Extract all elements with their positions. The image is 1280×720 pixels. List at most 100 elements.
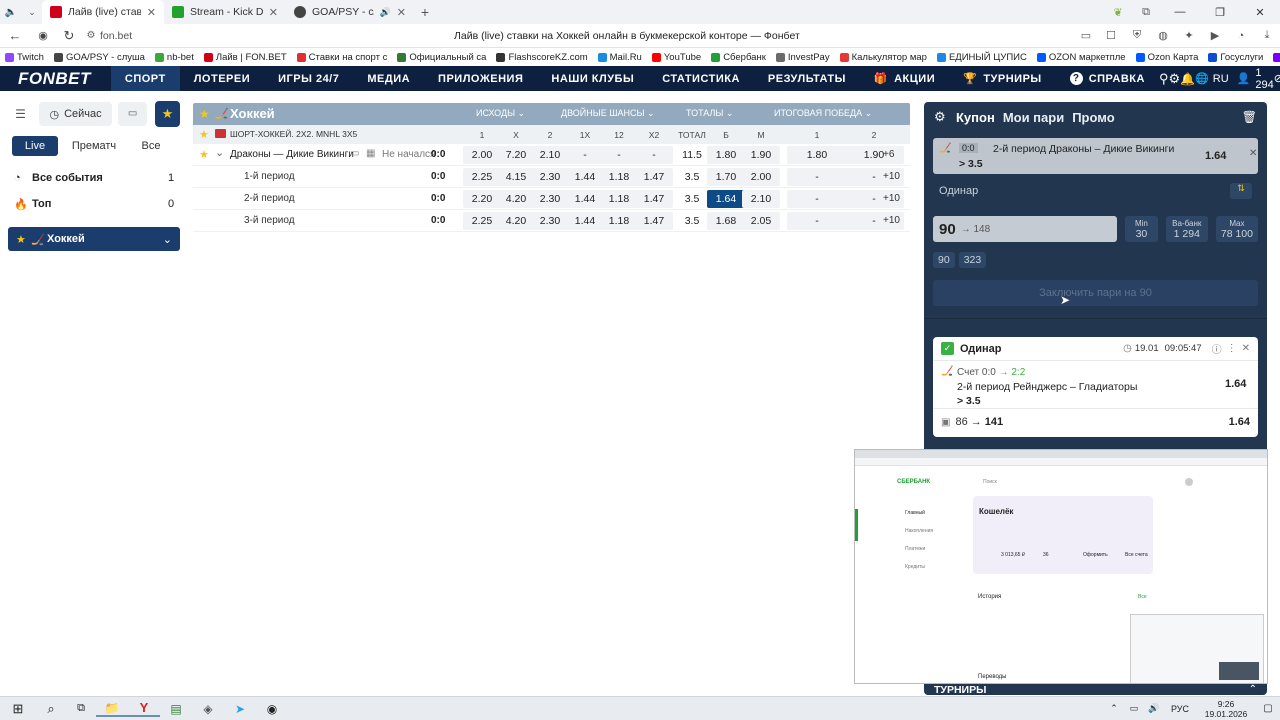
search-icon[interactable]: ⚲ <box>1159 71 1169 87</box>
browser-tab-goa[interactable]: GOA/PSY - слушать 🔊 ✕ <box>286 0 414 24</box>
odds-button[interactable]: 2.30 <box>531 190 569 208</box>
bookmark-item[interactable]: FlashscoreKZ.com <box>491 52 592 63</box>
video-icon[interactable]: ▭ <box>118 102 147 126</box>
group-final-win[interactable]: ИТОГОВАЯ ПОБЕДА ⌄ <box>774 108 872 119</box>
odds-button[interactable]: 2.30 <box>531 212 569 230</box>
period-row[interactable]: 1-й период 0:0 2.25 4.15 2.30 1.44 1.18 1.47 3.5… <box>193 166 910 188</box>
match-row[interactable]: ★ ⌄ Драконы — Дикие Викинги ▭ ▦ Не начался 0:0… <box>193 144 910 166</box>
odds-button[interactable]: - <box>600 146 638 164</box>
odds-button[interactable]: 1.18 <box>600 168 638 186</box>
more-markets-link[interactable]: +10 <box>883 171 900 182</box>
more-markets-link[interactable]: +10 <box>883 215 900 226</box>
bookmark-icon[interactable]: ☐ <box>1098 29 1124 42</box>
shield-icon[interactable]: ⛨ <box>1124 29 1150 42</box>
sport-hockey-item[interactable]: ★ 🏒 Хоккей ⌄ <box>8 227 180 251</box>
close-tab-icon[interactable]: ✕ <box>147 6 156 19</box>
group-outcomes[interactable]: ИСХОДЫ ⌄ <box>476 108 525 119</box>
odds-button[interactable]: 2.25 <box>463 168 501 186</box>
volume-icon[interactable]: 🔊 <box>1144 703 1164 714</box>
bookmark-item[interactable]: Ростелеком <box>1268 52 1280 63</box>
input-language[interactable]: РУС <box>1164 704 1196 714</box>
new-tab-button[interactable]: + <box>414 4 436 20</box>
obs-icon[interactable]: ◉ <box>256 702 288 716</box>
close-tab-icon[interactable]: ✕ <box>397 6 406 19</box>
odds-button[interactable]: 1.90 <box>742 146 780 164</box>
odds-button[interactable]: 2.00 <box>742 168 780 186</box>
odds-button[interactable]: 2.30 <box>531 168 569 186</box>
odds-button[interactable]: 1.18 <box>600 212 638 230</box>
search-icon[interactable]: ⌕ <box>36 701 66 717</box>
bookmark-item[interactable]: Twitch <box>0 52 49 63</box>
star-icon[interactable]: ★ <box>199 107 210 121</box>
browser-tab-fonbet[interactable]: Лайв (live) ставки на Х ✕ <box>42 0 164 24</box>
tab-coupon[interactable]: Купон <box>956 110 1003 125</box>
nav-lotteries[interactable]: ЛОТЕРЕИ <box>180 66 264 91</box>
nav-media[interactable]: МЕДИА <box>353 66 424 91</box>
odds-button[interactable]: 1.44 <box>566 190 604 208</box>
odds-button[interactable]: - <box>787 168 847 186</box>
all-events-row[interactable]: ◔ Все события 1 <box>8 168 180 188</box>
account-balance[interactable]: 👤 1 294 <box>1229 67 1274 91</box>
odds-button[interactable]: - <box>787 190 847 208</box>
start-icon[interactable]: ⊞ <box>0 701 36 717</box>
audio-icon[interactable]: 🔈 <box>0 7 22 18</box>
odds-button[interactable]: 2.10 <box>531 146 569 164</box>
reload-icon[interactable]: ↻ <box>56 28 82 44</box>
tab-list-icon[interactable]: ⌄ <box>22 7 42 18</box>
media-icon[interactable]: ▶ <box>1202 29 1228 42</box>
more-icon[interactable]: ⋮ <box>1227 343 1237 354</box>
profile-icon[interactable]: ◉ <box>30 29 56 42</box>
star-icon[interactable]: ★ <box>199 128 209 141</box>
star-icon[interactable]: ★ <box>199 148 209 161</box>
trash-icon[interactable]: 🗑 <box>1242 110 1257 124</box>
group-totals[interactable]: ТОТАЛЫ ⌄ <box>686 108 733 119</box>
stats-icon[interactable]: ▦ <box>366 148 375 159</box>
odds-button[interactable]: 2.00 <box>463 146 501 164</box>
max-button[interactable]: Max 78 100 <box>1215 216 1258 242</box>
bookmark-item[interactable]: Ставки на спорт с <box>292 52 393 63</box>
odds-button[interactable]: - <box>566 146 604 164</box>
restore-icon[interactable]: ❐ <box>1200 6 1240 19</box>
info-icon[interactable]: ⓘ <box>1212 341 1222 356</box>
clock[interactable]: 9:26 19.01.2026 <box>1196 699 1256 719</box>
yandex-browser-icon[interactable]: Y <box>128 700 160 717</box>
odds-button[interactable]: 7.20 <box>497 146 535 164</box>
event-name[interactable]: 1-й период <box>244 171 295 182</box>
minimize-icon[interactable]: — <box>1160 6 1200 18</box>
period-row[interactable]: 3-й период 0:0 2.25 4.20 2.30 1.44 1.18 1.47 3.5… <box>193 210 910 232</box>
bookmark-item[interactable]: Сбербанк <box>706 52 771 63</box>
bookmark-item[interactable]: OZON маркетпле <box>1032 52 1131 63</box>
language-selector[interactable]: 🌐 RU <box>1195 72 1229 86</box>
quick-stake-323[interactable]: 323 <box>958 252 987 268</box>
settings-icon[interactable]: ⚙ <box>1168 71 1180 87</box>
site-info-icon[interactable]: ⚙ <box>82 30 100 41</box>
event-name[interactable]: Драконы — Дикие Викинги <box>230 149 354 160</box>
browser-tab-kick[interactable]: Stream - Kick Dashb ✕ <box>164 0 286 24</box>
odds-button[interactable]: - <box>635 146 673 164</box>
notifications-icon[interactable]: 🔔 <box>1180 72 1195 86</box>
explorer-icon[interactable]: 📁 <box>96 701 128 717</box>
bookmark-item[interactable]: Калькулятор мар <box>835 52 932 63</box>
filter-live[interactable]: Live <box>12 136 58 156</box>
back-icon[interactable]: ← <box>0 28 30 43</box>
fonbet-logo[interactable]: FONBET <box>0 69 111 89</box>
odds-button[interactable]: 2.25 <box>463 212 501 230</box>
task-view-icon[interactable]: ⧉ <box>66 702 96 715</box>
bookmark-item[interactable]: InvestPay <box>771 52 835 63</box>
bookmark-item[interactable]: ЕДИНЫЙ ЦУПИС <box>932 52 1032 63</box>
bookmark-item[interactable]: Ozon Карта <box>1131 52 1204 63</box>
nav-games[interactable]: ИГРЫ 24/7 <box>264 66 353 91</box>
odds-button[interactable]: 1.80 <box>787 146 847 164</box>
odds-button[interactable]: 1.47 <box>635 190 673 208</box>
odds-button[interactable]: 4.15 <box>497 168 535 186</box>
submit-bet-button[interactable]: Заключить пари на 90 ➤ <box>933 280 1258 307</box>
url-field[interactable]: fon.bet <box>100 30 320 42</box>
tv-icon[interactable]: ▭ <box>350 148 359 159</box>
filter-prematch[interactable]: Прематч <box>58 140 130 152</box>
nav-help[interactable]: ? СПРАВКА <box>1056 66 1159 91</box>
quick-stake-90[interactable]: 90 <box>933 252 955 268</box>
nav-tournaments[interactable]: 🏆 ТУРНИРЫ <box>949 66 1056 91</box>
more-markets-link[interactable]: +6 <box>883 149 894 160</box>
bookmark-item[interactable]: Официальный са <box>392 52 491 63</box>
nav-promotions[interactable]: 🎁 АКЦИИ <box>860 66 949 91</box>
